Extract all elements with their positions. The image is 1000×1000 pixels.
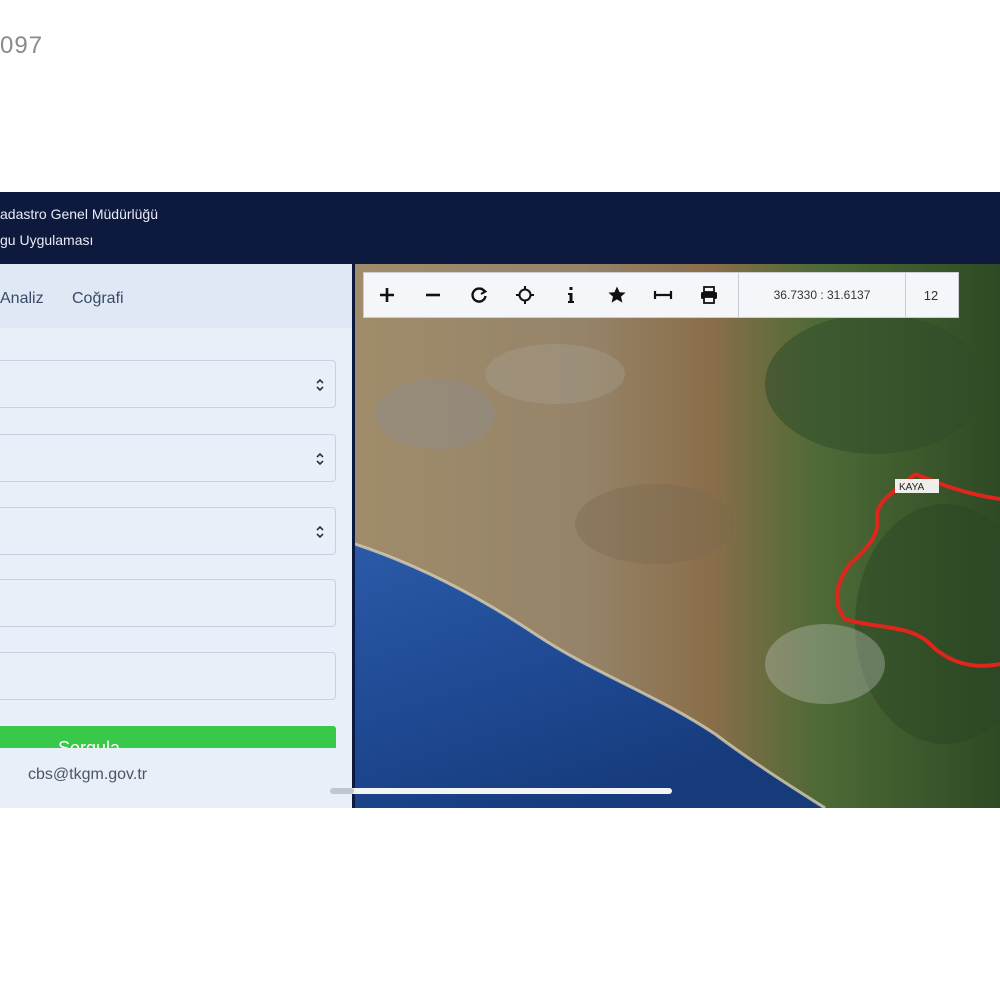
favorite-button[interactable] bbox=[594, 273, 640, 317]
chevron-updown-icon bbox=[316, 452, 324, 466]
app-header: adastro Genel Müdürlüğü gu Uygulaması bbox=[0, 192, 1000, 264]
zoom-in-button[interactable] bbox=[364, 273, 410, 317]
info-button[interactable] bbox=[548, 273, 594, 317]
horizontal-scrollbar[interactable] bbox=[330, 788, 672, 794]
tab-cografi[interactable]: Coğrafi bbox=[72, 290, 124, 308]
star-icon bbox=[608, 286, 626, 303]
sidebar-tabs: Analiz Coğrafi bbox=[0, 264, 352, 329]
select-field-1[interactable] bbox=[0, 360, 336, 408]
input-field-2[interactable] bbox=[0, 652, 336, 700]
satellite-imagery: KAYA bbox=[355, 264, 1000, 808]
zoom-level-readout: 12 bbox=[923, 287, 939, 303]
input-field-1[interactable] bbox=[0, 579, 336, 627]
refresh-icon bbox=[471, 287, 488, 303]
locate-button[interactable] bbox=[502, 273, 548, 317]
app-window: adastro Genel Müdürlüğü gu Uygulaması An… bbox=[0, 192, 1000, 808]
sidebar: Analiz Coğrafi Sorgula cbs@tkgm.gov.tr bbox=[0, 264, 352, 808]
print-button[interactable] bbox=[686, 273, 732, 317]
printer-icon bbox=[701, 286, 717, 304]
chevron-updown-icon bbox=[316, 525, 324, 539]
crosshair-icon bbox=[516, 286, 534, 304]
submit-button[interactable]: Sorgula bbox=[0, 726, 336, 748]
map-place-label: KAYA bbox=[899, 482, 925, 493]
info-icon bbox=[568, 287, 574, 303]
coordinate-readout: 36.7330 : 31.6137 bbox=[738, 273, 906, 317]
minus-icon bbox=[426, 293, 440, 297]
select-field-2[interactable] bbox=[0, 434, 336, 482]
sidebar-footer: cbs@tkgm.gov.tr bbox=[0, 748, 352, 808]
corner-text: 097 bbox=[0, 32, 44, 59]
select-field-3[interactable] bbox=[0, 507, 336, 555]
tab-analiz[interactable]: Analiz bbox=[0, 290, 44, 308]
header-app-name: gu Uygulaması bbox=[0, 232, 94, 248]
map-toolbar: 36.7330 : 31.6137 12 bbox=[363, 272, 959, 318]
refresh-button[interactable] bbox=[456, 273, 502, 317]
chevron-updown-icon bbox=[316, 378, 324, 392]
satellite-map[interactable]: KAYA 36.7330: 31.6137 12 bbox=[355, 264, 1000, 808]
measure-button[interactable] bbox=[640, 273, 686, 317]
submit-button-label: Sorgula bbox=[58, 738, 121, 748]
measure-icon bbox=[653, 291, 673, 299]
query-form bbox=[0, 328, 352, 748]
zoom-out-button[interactable] bbox=[410, 273, 456, 317]
header-org-name: adastro Genel Müdürlüğü bbox=[0, 206, 158, 222]
scrollbar-thumb[interactable] bbox=[330, 788, 354, 794]
plus-icon bbox=[380, 288, 394, 302]
contact-email[interactable]: cbs@tkgm.gov.tr bbox=[28, 766, 147, 784]
